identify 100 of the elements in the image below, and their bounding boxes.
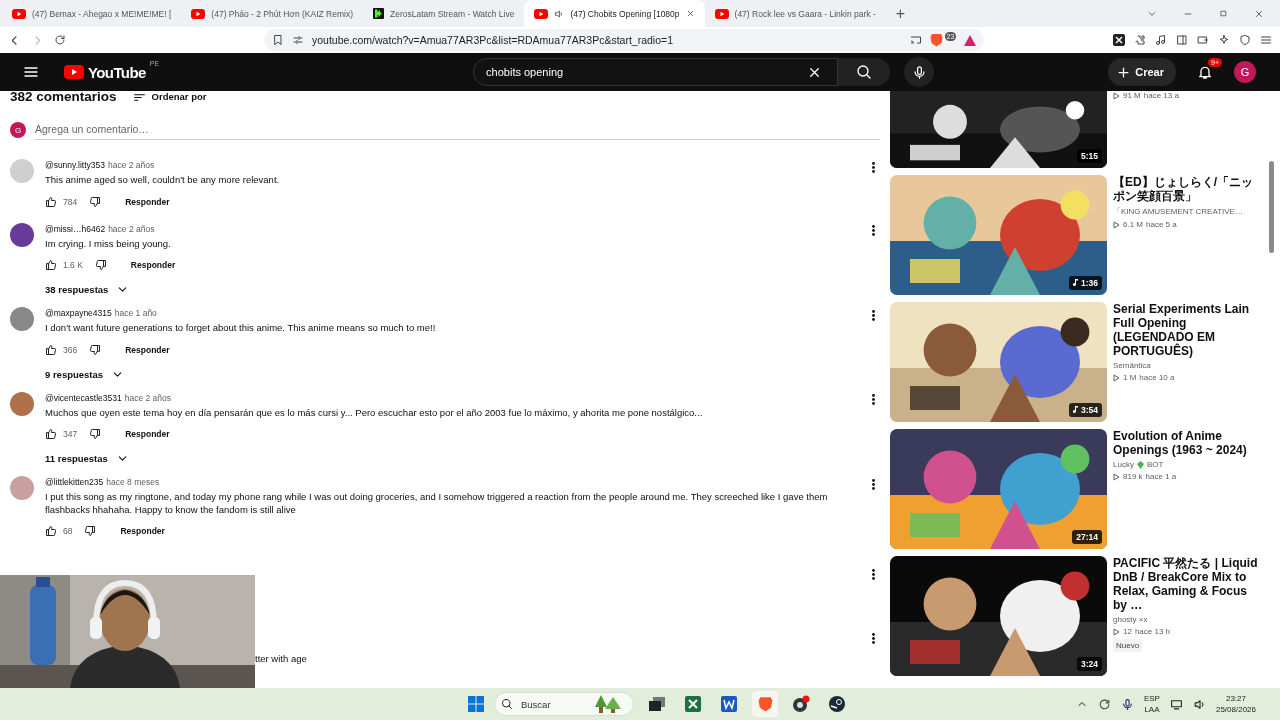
reply-button[interactable]: Responder [121, 342, 174, 357]
replies-button[interactable]: 11 respuestas [45, 449, 129, 468]
like-count: 68 [63, 526, 73, 536]
browser-tab[interactable]: (47) Pháo - 2 Phút Hơn (KAIZ Remix) [181, 0, 363, 27]
comment-time: hace 1 año [114, 308, 157, 318]
puzzle-icon[interactable] [1134, 34, 1146, 46]
bookmark-icon[interactable] [272, 34, 284, 46]
browser-tab[interactable]: ZerosLatam Stream - Watch Live [363, 0, 525, 27]
mic-button[interactable] [904, 57, 935, 87]
play-icon [1113, 373, 1120, 382]
video-title[interactable]: Serial Experiments Lain Full Opening (LEGENDADO EM PORTUGUÊS) [1113, 302, 1263, 358]
author-name[interactable]: @littlekitten235 [45, 477, 104, 487]
duration-label: 1:36 [1069, 276, 1102, 290]
like-icon[interactable] [45, 343, 57, 356]
user-avatar [10, 307, 34, 331]
like-count: 784 [63, 196, 78, 207]
reply-button[interactable]: Responder [116, 524, 169, 538]
channel-name: 「KING AMUSEMENT CREATIVE… [1113, 206, 1244, 217]
dislike-icon[interactable] [84, 525, 97, 537]
author-name[interactable]: @missi…h6462 [45, 223, 106, 234]
dislike-icon[interactable] [89, 195, 102, 208]
triangle-icon[interactable] [964, 34, 976, 46]
dislike-icon[interactable] [94, 259, 107, 271]
youtube-icon [191, 8, 206, 19]
close-icon[interactable] [1254, 8, 1264, 19]
like-icon[interactable] [45, 259, 57, 271]
cast-icon[interactable] [909, 34, 922, 46]
search-bar[interactable]: chobits opening [473, 58, 839, 86]
speaker-icon[interactable] [1192, 697, 1206, 711]
video-title[interactable]: 【ED】じょしらく/「ニッポン笑顔百景」 [1113, 175, 1263, 203]
close-icon[interactable] [685, 9, 695, 18]
replies-button[interactable]: 9 respuestas [45, 364, 125, 384]
wallet-icon[interactable] [1197, 34, 1209, 46]
reload-icon[interactable] [54, 34, 66, 46]
extension-icon[interactable] [1113, 34, 1125, 46]
mic-icon[interactable] [1120, 697, 1134, 711]
author-name[interactable]: @sunny.litty353 [45, 160, 105, 170]
channel-name: Semântica [1113, 361, 1152, 370]
video-title[interactable]: PACIFIC 平然たる | Liquid DnB / BreakCore Mix to Relax, Gaming & Focus by … [1113, 556, 1263, 612]
taskbar-search-field[interactable]: Buscar [519, 697, 589, 711]
channel-name: Lucky BOT [1113, 460, 1165, 469]
author-name[interactable]: @vicentecastle3531 [45, 392, 122, 403]
maximize-icon[interactable] [1219, 9, 1228, 18]
reply-button[interactable]: Responder [121, 427, 174, 441]
comment-count: 382 comentarios [10, 91, 117, 104]
replies-button[interactable]: 38 respuestas [45, 280, 130, 299]
shield-icon[interactable] [1239, 34, 1251, 46]
account-avatar[interactable]: G [1234, 61, 1256, 83]
more-icon [871, 225, 875, 236]
more-icon [871, 632, 875, 644]
monitor-icon[interactable] [1169, 697, 1183, 711]
url-text[interactable]: youtube.com/watch?v=Amua77AR3Pc&list=RDAmua77AR3Pc&start_radio=1 [312, 34, 902, 46]
speaker-icon [554, 8, 565, 19]
browser-tab[interactable]: (47) Rock lee vs Gaara - Linkin park - [704, 0, 886, 27]
create-button[interactable]: Crear [1108, 58, 1176, 86]
duration-label: 3:24 [1077, 657, 1102, 671]
leaf-icon [1136, 460, 1144, 469]
user-avatar: G [10, 122, 26, 138]
comment-time: hace 2 años [108, 160, 155, 170]
user-avatar [10, 391, 34, 416]
menu-icon [23, 64, 39, 80]
like-icon[interactable] [45, 428, 57, 440]
taskbar-search-bar[interactable]: Buscar [494, 692, 634, 716]
logo-text: YouTube [88, 63, 146, 81]
search-icon [501, 698, 513, 710]
language-indicator[interactable]: ESP LAA [1143, 693, 1160, 715]
like-count: 347 [63, 429, 78, 439]
search-field[interactable]: chobits opening [484, 65, 800, 79]
play-icon [1113, 220, 1120, 229]
scrollbar-thumb[interactable] [1268, 161, 1274, 253]
comment-text: I don't want future generations to forget about this anime. This anime means so much to me!! [45, 322, 437, 335]
music-note-icon[interactable] [1155, 34, 1167, 46]
more-icon [871, 568, 875, 580]
browser-tab[interactable]: (47) Bemax - Ahegao x ME!ME!ME! [ [2, 0, 182, 27]
like-icon[interactable] [45, 195, 57, 208]
like-icon[interactable] [45, 525, 57, 537]
dislike-icon[interactable] [89, 343, 102, 356]
sparkle-icon[interactable] [1218, 34, 1230, 46]
music-note-icon [1073, 406, 1079, 414]
search-button[interactable] [838, 58, 891, 86]
user-avatar [10, 222, 34, 247]
sidebar-icon[interactable] [1176, 34, 1188, 46]
dislike-icon[interactable] [89, 428, 102, 440]
comment-time: hace 2 años [108, 223, 155, 234]
comment-text: Muchos que oyen este tema hoy en día pensarán que es lo más cursi y... Pero escuchar esto por el año 2003 fue lo máximo, y ahorita me pone nostálgico... [45, 406, 704, 419]
menu-icon[interactable] [1260, 34, 1272, 46]
browser-tab[interactable]: (47) Chobits Opening [1080p [524, 0, 705, 27]
author-name[interactable]: @maxpayne4315 [45, 308, 112, 318]
like-count: 366 [63, 344, 78, 355]
clock[interactable]: 23:27 25/08/2026 [1215, 693, 1256, 715]
video-title[interactable]: Evolution of Anime Openings (1963 ~ 2024) [1113, 429, 1263, 457]
reply-button[interactable]: Responder [126, 258, 180, 272]
reply-button[interactable]: Responder [121, 194, 174, 209]
trees-icon [595, 695, 623, 713]
tune-icon[interactable] [292, 34, 304, 46]
user-avatar [10, 159, 34, 183]
more-icon [871, 309, 875, 321]
sort-label[interactable]: Ordenar por [151, 91, 207, 102]
new-tab-button[interactable]: + [885, 0, 916, 27]
sync-icon[interactable] [1097, 697, 1111, 711]
